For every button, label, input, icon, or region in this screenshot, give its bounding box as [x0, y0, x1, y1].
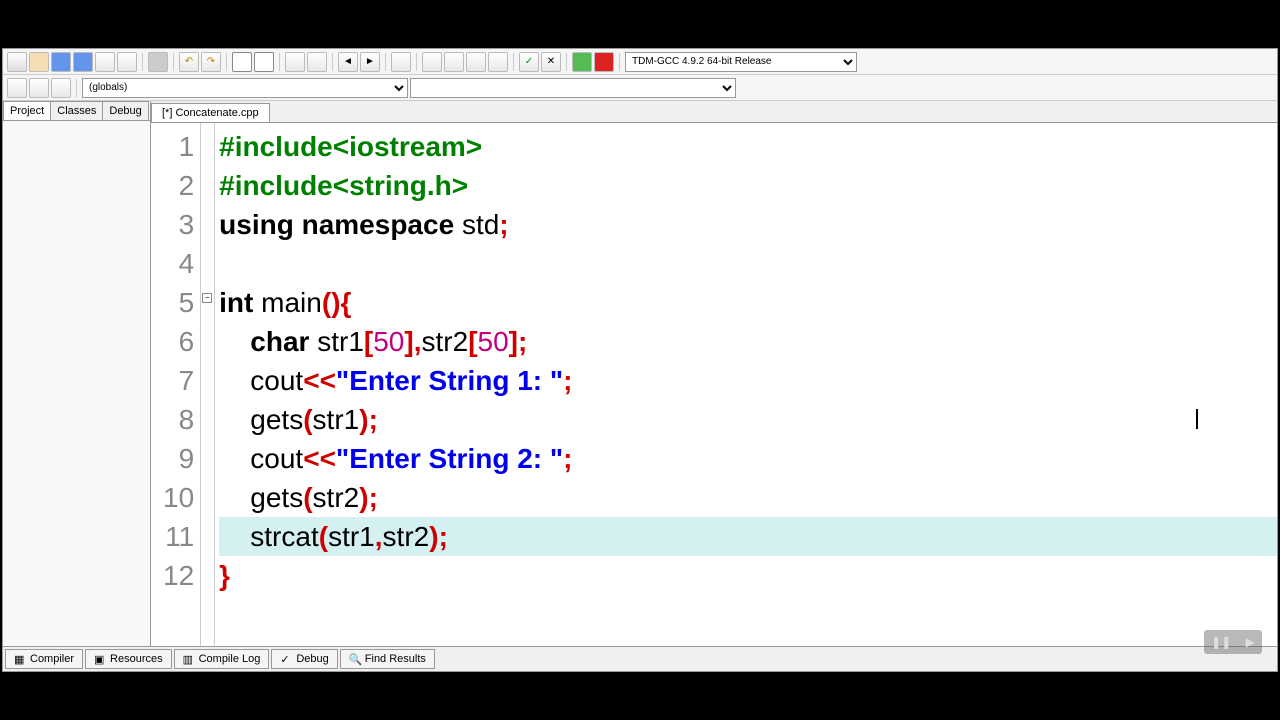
code-editor[interactable]: 1 2 3 4 5 6 7 8 9 10 11 12 − #incl: [151, 123, 1277, 646]
rebuild-button[interactable]: [594, 52, 614, 72]
line-gutter: 1 2 3 4 5 6 7 8 9 10 11 12: [151, 123, 201, 646]
file-tab-concatenate[interactable]: [*] Concatenate.cpp: [151, 103, 270, 122]
find-button[interactable]: [232, 52, 252, 72]
save-button[interactable]: [51, 52, 71, 72]
close-button[interactable]: [117, 52, 137, 72]
fold-marker-icon[interactable]: −: [202, 293, 212, 303]
find-icon: 🔍: [349, 653, 361, 665]
new-project-button[interactable]: [7, 78, 27, 98]
editor-area: [*] Concatenate.cpp 1 2 3 4 5 6 7 8 9 10…: [151, 101, 1277, 646]
log-icon: ▥: [183, 653, 195, 665]
next-icon[interactable]: ▶: [1246, 635, 1255, 649]
debug-icon: ✓: [280, 653, 292, 665]
grid2-button[interactable]: [444, 52, 464, 72]
goto-line-button[interactable]: [391, 52, 411, 72]
grid4-button[interactable]: [488, 52, 508, 72]
code-lines[interactable]: #include<iostream> #include<string.h> us…: [215, 123, 1277, 646]
scope-select[interactable]: (globals): [82, 78, 408, 98]
compile-button[interactable]: ✓: [519, 52, 539, 72]
ide-window: ↶ ↷ ◄ ► ✓ ✕ TDM-GCC 4.9.2 64-bit Release: [2, 48, 1278, 672]
grid3-button[interactable]: [466, 52, 486, 72]
goto-bookmark-button[interactable]: [307, 52, 327, 72]
print-button[interactable]: [148, 52, 168, 72]
tab-project[interactable]: Project: [3, 101, 51, 120]
new-file-button[interactable]: [7, 52, 27, 72]
compiler-select[interactable]: TDM-GCC 4.9.2 64-bit Release: [625, 52, 857, 72]
fold-column: −: [201, 123, 215, 646]
redo-button[interactable]: ↷: [201, 52, 221, 72]
side-panel: Project Classes Debug: [3, 101, 151, 646]
tab-classes[interactable]: Classes: [50, 101, 103, 120]
bottom-tab-resources[interactable]: ▣Resources: [85, 649, 172, 669]
save-as-button[interactable]: [95, 52, 115, 72]
run-button[interactable]: ✕: [541, 52, 561, 72]
toggle-bookmark-button[interactable]: [285, 52, 305, 72]
member-select[interactable]: [410, 78, 736, 98]
bottom-tab-compiler[interactable]: ▦Compiler: [5, 649, 83, 669]
grid1-button[interactable]: [422, 52, 442, 72]
pause-icon[interactable]: ❚❚: [1211, 635, 1231, 649]
save-all-button[interactable]: [73, 52, 93, 72]
open-file-button[interactable]: [29, 52, 49, 72]
bottom-tab-find-results[interactable]: 🔍Find Results: [340, 649, 435, 669]
bookmark-button[interactable]: [51, 78, 71, 98]
text-cursor-icon: [1196, 409, 1198, 429]
undo-button[interactable]: ↶: [179, 52, 199, 72]
secondary-toolbar: (globals): [3, 75, 1277, 101]
resources-icon: ▣: [94, 653, 106, 665]
main-toolbar: ↶ ↷ ◄ ► ✓ ✕ TDM-GCC 4.9.2 64-bit Release: [3, 49, 1277, 75]
tab-debug[interactable]: Debug: [102, 101, 148, 120]
compile-run-button[interactable]: [572, 52, 592, 72]
compiler-icon: ▦: [14, 653, 26, 665]
replace-button[interactable]: [254, 52, 274, 72]
video-overlay-controls[interactable]: ❚❚ ▶: [1204, 630, 1262, 654]
forward-button[interactable]: ►: [360, 52, 380, 72]
back-button[interactable]: ◄: [338, 52, 358, 72]
bottom-tab-compile-log[interactable]: ▥Compile Log: [174, 649, 270, 669]
bottom-tab-bar: ▦Compiler ▣Resources ▥Compile Log ✓Debug…: [3, 646, 1277, 671]
bottom-tab-debug[interactable]: ✓Debug: [271, 649, 337, 669]
insert-button[interactable]: [29, 78, 49, 98]
